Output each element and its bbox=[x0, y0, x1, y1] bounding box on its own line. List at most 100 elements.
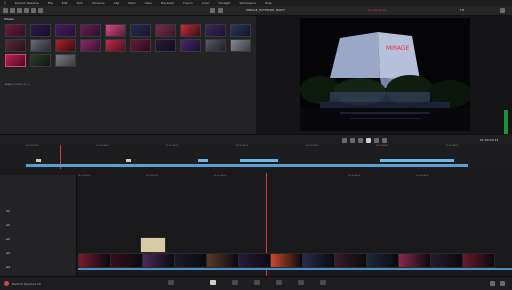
viewer-clip-title: MIRAGE_EXTERIOR_NIGHT bbox=[246, 8, 286, 12]
media-thumbnail[interactable] bbox=[30, 39, 51, 52]
media-thumbnail[interactable] bbox=[80, 24, 101, 37]
video-clip[interactable] bbox=[174, 253, 207, 268]
video-clip[interactable] bbox=[110, 253, 143, 268]
app-name: DaVinci Resolve 16 bbox=[12, 282, 41, 286]
sync-bin-icon[interactable] bbox=[10, 8, 15, 13]
upper-ruler-tick: 01:00:24:00 bbox=[236, 145, 249, 147]
upper-ruler-tick: 01:00:00:00 bbox=[26, 145, 39, 147]
transitions-icon[interactable] bbox=[17, 8, 22, 13]
media-thumbnail[interactable] bbox=[155, 39, 176, 52]
timeline-overview: 01:00:00:00 01:00:08:00 01:00:16:00 01:0… bbox=[0, 145, 512, 169]
media-pool-tab[interactable]: Master bbox=[4, 17, 14, 21]
page-fairlight-button[interactable] bbox=[298, 280, 304, 285]
go-to-start-icon[interactable] bbox=[342, 138, 347, 143]
track-headers: V1 A1 A2 A3 A4 bbox=[0, 175, 77, 276]
video-frame: MIRAGE bbox=[300, 18, 470, 131]
upper-ruler-tick: 01:00:32:00 bbox=[306, 145, 319, 147]
overview-clip[interactable] bbox=[126, 159, 131, 162]
overview-clip[interactable] bbox=[36, 159, 41, 162]
upper-ruler-tick: 01:00:16:00 bbox=[166, 145, 179, 147]
track-label-a4: A4 bbox=[6, 265, 10, 269]
toolbar: MIRAGE_EXTERIOR_NIGHT 01:00:04:20 FIT bbox=[0, 6, 512, 16]
video-clip[interactable] bbox=[142, 253, 175, 268]
media-thumbnail[interactable] bbox=[155, 24, 176, 37]
audio-track-line bbox=[78, 268, 512, 270]
page-fusion-button[interactable] bbox=[254, 280, 260, 285]
media-thumbnail[interactable] bbox=[180, 24, 201, 37]
lower-ruler-tick: 01:00:02:00 bbox=[146, 175, 159, 177]
overview-clip[interactable] bbox=[380, 159, 454, 162]
upper-ruler-tick: 01:00:40:00 bbox=[376, 145, 389, 147]
overview-clip[interactable] bbox=[198, 159, 208, 162]
media-thumbnail[interactable] bbox=[130, 24, 151, 37]
video-clip[interactable] bbox=[462, 253, 495, 268]
media-thumbnail[interactable] bbox=[5, 24, 26, 37]
audio-level-meter bbox=[504, 110, 508, 136]
track-label-a3: A3 bbox=[6, 251, 10, 255]
media-thumbnail[interactable] bbox=[230, 39, 251, 52]
media-thumbnail[interactable] bbox=[55, 39, 76, 52]
media-pool-toggle-icon[interactable] bbox=[3, 8, 8, 13]
media-thumbnail[interactable] bbox=[180, 39, 201, 52]
media-thumbnail[interactable] bbox=[5, 54, 26, 67]
titles-icon[interactable] bbox=[24, 8, 29, 13]
resolve-logo-icon bbox=[4, 281, 9, 286]
go-to-end-icon[interactable] bbox=[374, 138, 379, 143]
media-pool: Master BRIAN_CLOSEUP_CUT_01 bbox=[0, 16, 256, 134]
media-thumbnail[interactable] bbox=[205, 24, 226, 37]
source-tape-icon[interactable] bbox=[210, 8, 215, 13]
timeline-detail: 01:00:00:00 01:00:02:00 01:00:04:00 01:0… bbox=[0, 169, 512, 276]
media-thumbnail[interactable] bbox=[55, 54, 76, 67]
settings-icon[interactable] bbox=[500, 281, 505, 286]
viewer-options-icon[interactable] bbox=[500, 8, 505, 13]
track-label-a2: A2 bbox=[6, 237, 10, 241]
transport-timecode: 01:00:03:13 bbox=[480, 138, 499, 142]
page-media-button[interactable] bbox=[168, 280, 174, 285]
page-edit-button[interactable] bbox=[232, 280, 238, 285]
upper-ruler-tick: 01:00:08:00 bbox=[96, 145, 109, 147]
video-clip[interactable] bbox=[430, 253, 463, 268]
video-clip[interactable] bbox=[334, 253, 367, 268]
overview-clip[interactable] bbox=[240, 159, 278, 162]
media-thumbnail[interactable] bbox=[5, 39, 26, 52]
video-clip[interactable] bbox=[270, 253, 303, 268]
video-clip[interactable] bbox=[206, 253, 239, 268]
video-clip[interactable] bbox=[302, 253, 335, 268]
video-clip[interactable] bbox=[398, 253, 431, 268]
video-clip[interactable] bbox=[238, 253, 271, 268]
stop-icon[interactable] bbox=[358, 138, 363, 143]
svg-text:MIRAGE: MIRAGE bbox=[386, 45, 410, 52]
home-icon[interactable] bbox=[490, 281, 495, 286]
media-thumbnail[interactable] bbox=[55, 24, 76, 37]
page-cut-button[interactable] bbox=[210, 280, 216, 285]
overview-track bbox=[26, 164, 468, 167]
video-clip[interactable] bbox=[366, 253, 399, 268]
upper-ruler-tick: 01:00:48:00 bbox=[446, 145, 459, 147]
track-label-a1: A1 bbox=[6, 223, 10, 227]
viewer-zoom[interactable]: FIT bbox=[460, 8, 464, 13]
video-clip[interactable] bbox=[78, 253, 111, 268]
import-icon[interactable] bbox=[38, 8, 43, 13]
page-color-button[interactable] bbox=[276, 280, 282, 285]
play-icon[interactable] bbox=[366, 138, 371, 143]
media-thumbnail[interactable] bbox=[230, 24, 251, 37]
media-thumbnail[interactable] bbox=[30, 24, 51, 37]
effects-icon[interactable] bbox=[31, 8, 36, 13]
lower-ruler-tick: 01:00:06:00 bbox=[348, 175, 361, 177]
media-thumbnail[interactable] bbox=[80, 39, 101, 52]
viewer-timecode: 01:00:04:20 bbox=[368, 8, 387, 12]
lower-ruler-tick: 01:00:04:00 bbox=[214, 175, 227, 177]
page-deliver-button[interactable] bbox=[320, 280, 326, 285]
title-clip[interactable] bbox=[140, 237, 166, 253]
reverse-icon[interactable] bbox=[350, 138, 355, 143]
media-thumbnail[interactable] bbox=[105, 24, 126, 37]
media-thumbnail[interactable] bbox=[30, 54, 51, 67]
media-thumbnail[interactable] bbox=[205, 39, 226, 52]
media-thumbnail[interactable] bbox=[105, 39, 126, 52]
mirage-hotel-night-image: MIRAGE bbox=[300, 18, 470, 131]
timeline-viewer-icon[interactable] bbox=[218, 8, 223, 13]
media-thumbnail[interactable] bbox=[130, 39, 151, 52]
viewer: MIRAGE bbox=[256, 16, 512, 136]
selected-clip-label: BRIAN_CLOSEUP_CUT_01 bbox=[5, 84, 31, 86]
loop-icon[interactable] bbox=[382, 138, 387, 143]
